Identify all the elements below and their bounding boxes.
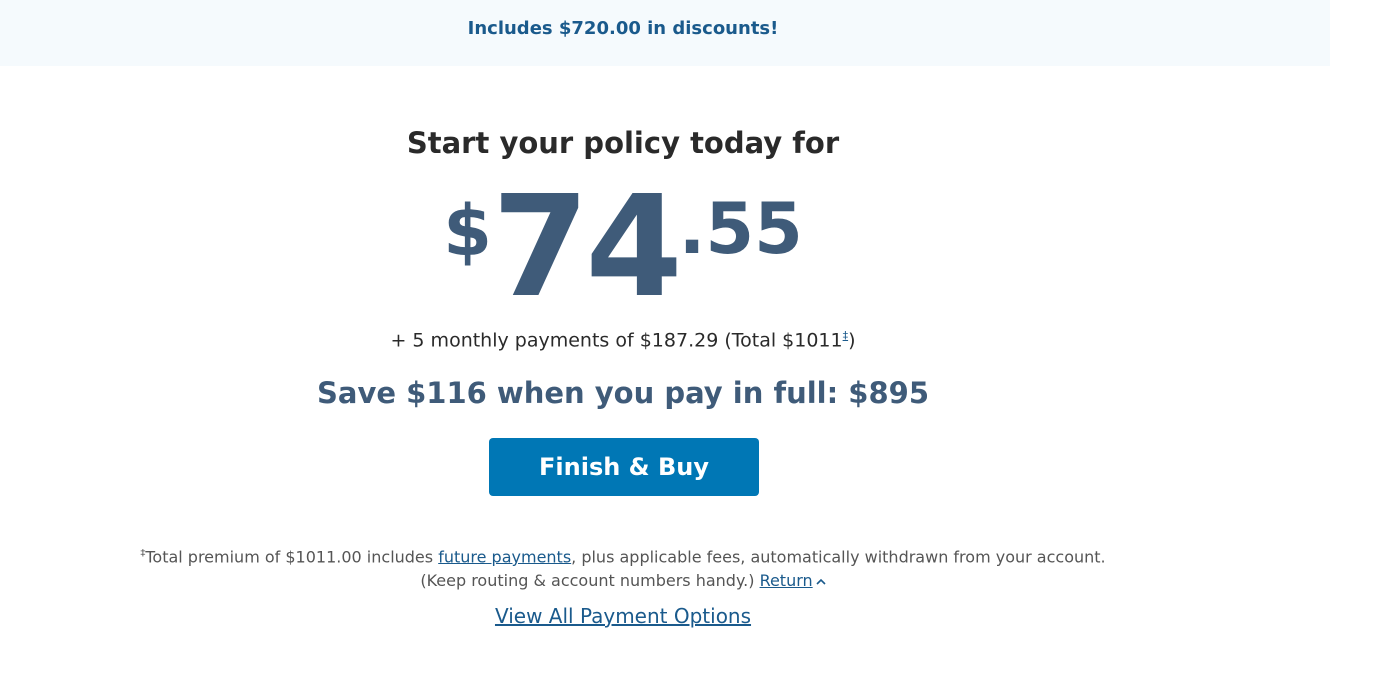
footnote: ‡Total premium of $1011.00 includes futu… [0,542,1246,595]
monthly-close-paren: ) [848,329,856,352]
footnote-text-before: Total premium of $1011.00 includes [145,547,439,567]
monthly-payments-text: + 5 monthly payments of $187.29 (Total $… [0,329,1246,351]
footnote-line2: (Keep routing & account numbers handy.) [420,571,760,591]
monthly-payments-label: + 5 monthly payments of $187.29 (Total $… [390,329,843,352]
view-all-payment-options-link[interactable]: View All Payment Options [495,604,751,628]
chevron-up-icon[interactable] [816,571,826,595]
price-dollars: 74 [491,166,683,329]
pay-in-full-savings: Save $116 when you pay in full: $895 [316,376,930,410]
return-link[interactable]: Return [760,571,813,590]
footnote-text-after: , plus applicable fees, automatically wi… [571,547,1106,567]
quote-summary: Start your policy today for $74.55 + 5 m… [0,0,1246,696]
view-all-payment-options: View All Payment Options [0,604,1246,628]
page-title: Start your policy today for [406,126,840,160]
price-cents: .55 [678,188,803,270]
finish-and-buy-button[interactable]: Finish & Buy [489,438,759,496]
down-payment-price: $74.55 [0,178,1246,318]
future-payments-link[interactable]: future payments [438,547,571,566]
price-currency: $ [443,190,492,272]
